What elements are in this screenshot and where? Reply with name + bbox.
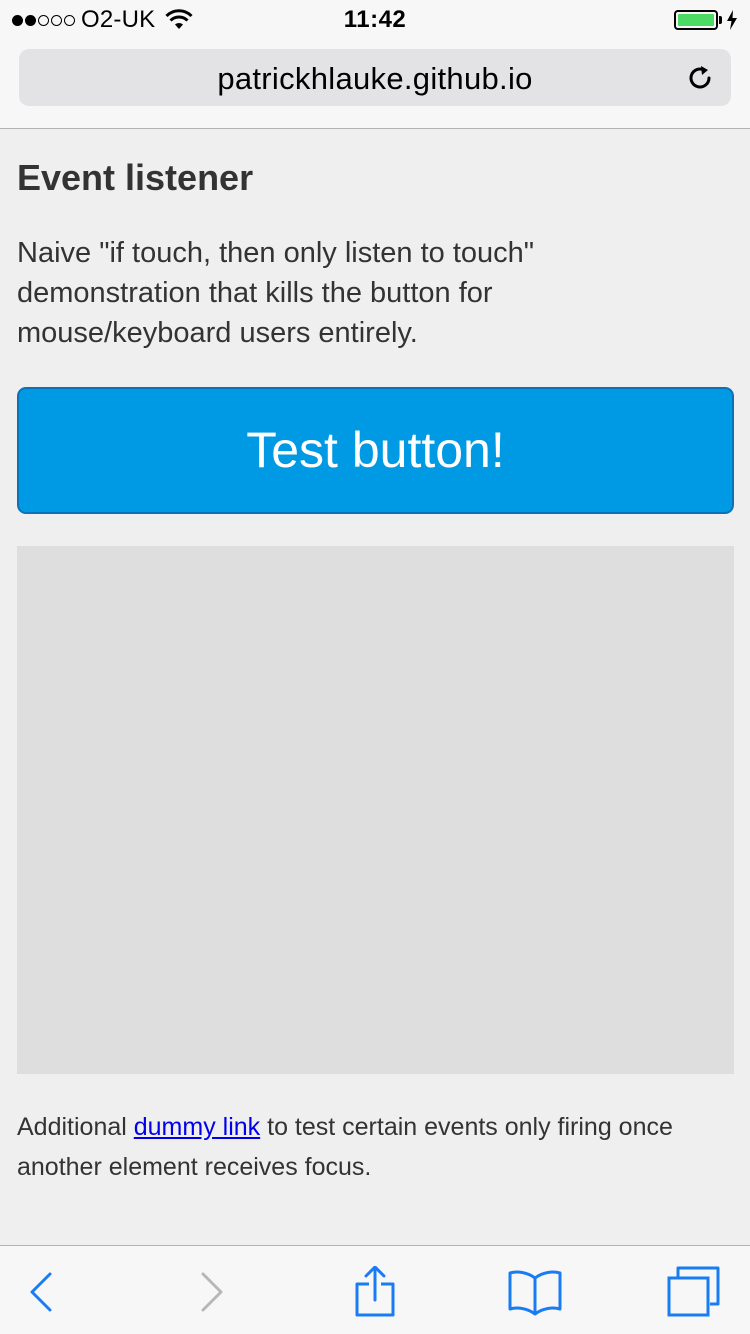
footer-text: Additional dummy link to test certain ev… (17, 1107, 734, 1187)
forward-button[interactable] (183, 1266, 239, 1318)
browser-toolbar (0, 1245, 750, 1334)
bookmarks-button[interactable] (507, 1266, 563, 1318)
share-icon (355, 1265, 395, 1317)
share-button[interactable] (347, 1265, 403, 1318)
battery-level (678, 14, 714, 26)
tabs-icon (667, 1266, 720, 1317)
page-title: Event listener (17, 157, 254, 198)
url-text[interactable]: patrickhlauke.github.io (19, 61, 731, 97)
dummy-link[interactable]: dummy link (134, 1113, 260, 1141)
footer-text-before: Additional (17, 1113, 134, 1141)
bookmarks-icon (508, 1270, 562, 1316)
battery-nub (719, 16, 722, 24)
back-icon (30, 1272, 52, 1312)
test-button[interactable]: Test button! (17, 387, 734, 514)
battery-indicator (674, 9, 738, 31)
url-field[interactable]: patrickhlauke.github.io (19, 49, 731, 106)
tabs-button[interactable] (666, 1266, 722, 1318)
forward-icon (201, 1272, 223, 1312)
battery-icon (674, 10, 718, 30)
back-button[interactable] (14, 1266, 70, 1318)
status-time: 11:42 (343, 6, 407, 33)
status-bar: O2-UK 11:42 (0, 0, 750, 40)
page-description: Naive "if touch, then only listen to tou… (17, 237, 535, 349)
reload-icon[interactable] (685, 63, 715, 93)
browser-address-bar: patrickhlauke.github.io (0, 40, 750, 129)
event-log-area (17, 546, 734, 1074)
charging-icon (727, 10, 737, 30)
